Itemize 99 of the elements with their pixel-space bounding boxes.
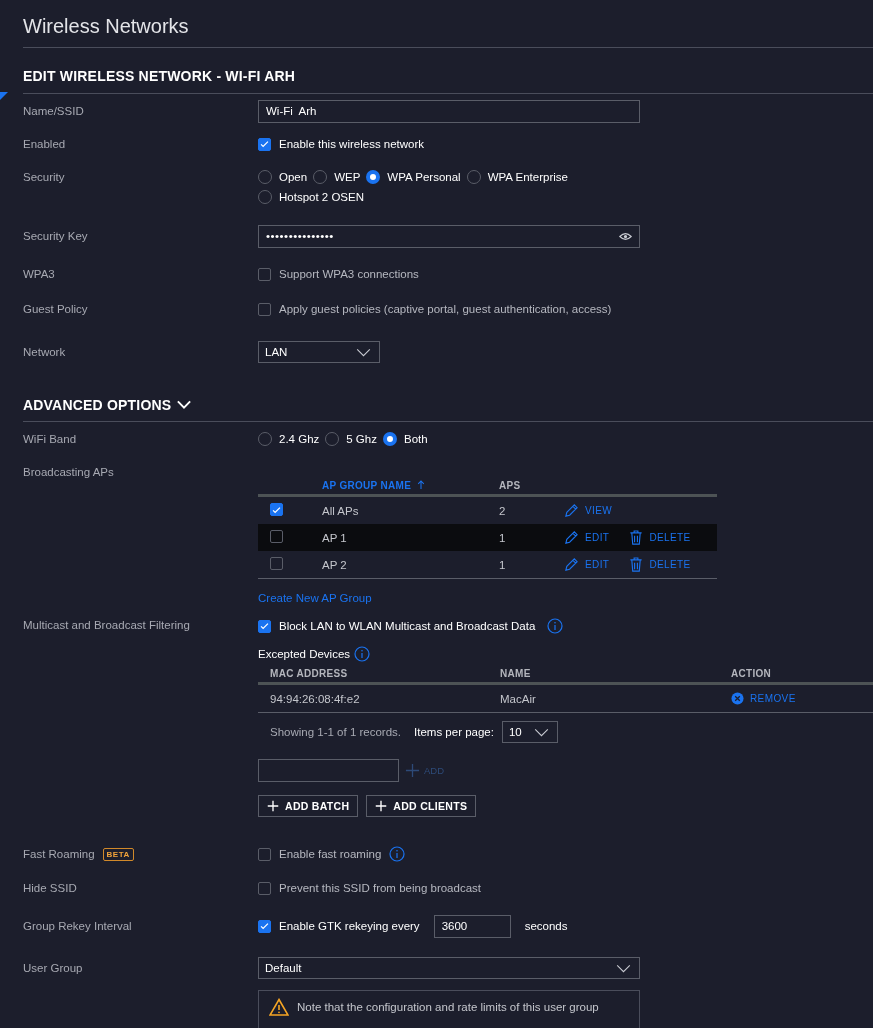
column-header: ACTION xyxy=(731,667,773,679)
warning-icon xyxy=(269,998,289,1016)
checkbox[interactable] xyxy=(270,503,283,517)
checkbox[interactable] xyxy=(270,557,283,570)
items-per-page-dropdown[interactable]: 10 xyxy=(501,721,558,743)
radio-label: Open xyxy=(279,171,308,183)
checkbox-label: Support WPA3 connections xyxy=(279,268,419,280)
radio-label: WPA Personal xyxy=(387,171,461,183)
field-label: Security xyxy=(23,170,66,183)
radio-label: 5 Ghz xyxy=(346,433,377,445)
user-group-dropdown[interactable]: Default xyxy=(258,957,640,979)
info-icon[interactable] xyxy=(354,646,371,662)
radio-label: Both xyxy=(403,433,428,445)
chevron-down-icon xyxy=(616,963,631,973)
edit-link[interactable]: EDIT xyxy=(564,557,610,572)
checkbox[interactable] xyxy=(258,619,271,633)
add-button[interactable]: ADD BATCH xyxy=(258,795,359,817)
plus-icon xyxy=(375,800,388,812)
field-label: Enabled xyxy=(23,138,67,150)
column-header: NAME xyxy=(500,667,532,679)
ssid-input-field[interactable]: Wi-Fi Arh xyxy=(258,99,640,123)
checkbox-label: Prevent this SSID from being broadcast xyxy=(279,882,481,894)
records-summary: Showing 1-1 of 1 records. xyxy=(270,726,402,738)
network-dropdown[interactable]: LAN xyxy=(258,341,380,363)
table-cell-text: AP 2 xyxy=(322,558,348,571)
field-label: Guest Policy xyxy=(23,303,89,315)
plus-icon xyxy=(405,763,420,778)
chevron-down-icon xyxy=(356,347,371,357)
triangle-icon xyxy=(0,92,8,100)
delete-link[interactable]: DELETE xyxy=(629,530,691,545)
checkbox-label: Enable this wireless network xyxy=(279,138,425,150)
field-label: Hide SSID xyxy=(23,882,78,894)
checkbox[interactable] xyxy=(270,530,283,543)
section-heading[interactable]: ADVANCED OPTIONS xyxy=(23,378,172,421)
trash-icon xyxy=(629,557,644,572)
checkbox[interactable] xyxy=(258,881,271,895)
sort-arrow-icon xyxy=(417,480,426,490)
checkbox[interactable] xyxy=(258,847,271,861)
note-text: Note that the configuration and rate limits of this user group xyxy=(297,1000,599,1015)
field-label: Network xyxy=(23,346,67,358)
table-cell-text: All APs xyxy=(322,504,360,517)
field-label: Fast Roaming xyxy=(23,848,95,860)
radio-label: Hotspot 2 OSEN xyxy=(279,191,364,203)
remove-icon xyxy=(731,692,744,705)
table-cell-text: MacAir xyxy=(500,692,537,705)
radio-button[interactable] xyxy=(382,432,397,446)
column-header[interactable]: AP GROUP NAME xyxy=(322,479,499,491)
add-button[interactable]: ADD CLIENTS xyxy=(366,795,477,817)
plus-icon xyxy=(267,800,279,812)
trash-icon xyxy=(629,530,644,545)
checkbox-label: Apply guest policies (captive portal, guest authentication, access) xyxy=(279,303,612,315)
view-link[interactable]: VIEW xyxy=(564,503,613,518)
subsection-title: Excepted Devices xyxy=(258,648,351,660)
chevron-down-icon xyxy=(533,727,549,737)
field-label: User Group xyxy=(23,962,84,974)
mac-input-field[interactable] xyxy=(258,759,399,782)
delete-link[interactable]: DELETE xyxy=(629,557,691,572)
info-icon[interactable] xyxy=(389,846,406,862)
column-header: MAC ADDRESS xyxy=(270,667,349,679)
radio-label: 2.4 Ghz xyxy=(279,433,320,445)
pencil-icon xyxy=(564,503,579,518)
checkbox[interactable] xyxy=(258,919,271,933)
field-label: WPA3 xyxy=(23,268,56,280)
unit-label: seconds xyxy=(524,920,568,932)
radio-label: WEP xyxy=(334,171,361,183)
checkbox-label: Block LAN to WLAN Multicast and Broadcast Data xyxy=(279,620,536,632)
table-cell-text: 1 xyxy=(499,531,507,544)
field-label: Multicast and Broadcast Filtering xyxy=(23,618,191,631)
radio-label: WPA Enterprise xyxy=(487,171,568,183)
chevron-down-icon[interactable] xyxy=(177,400,192,409)
eye-icon[interactable] xyxy=(619,231,632,241)
field-label: Security Key xyxy=(23,230,89,242)
checkbox-label: Enable GTK rekeying every xyxy=(279,920,420,932)
field-label: Name/SSID xyxy=(23,105,85,117)
column-header: APS xyxy=(499,479,522,491)
checkbox-label: Enable fast roaming xyxy=(279,848,382,860)
radio-button[interactable] xyxy=(366,170,381,184)
table-cell-text: 1 xyxy=(499,558,507,571)
edit-link[interactable]: EDIT xyxy=(564,530,610,545)
field-label: Group Rekey Interval xyxy=(23,920,133,932)
page-title: Wireless Networks xyxy=(23,14,190,39)
password-field[interactable]: ••••••••••••••• xyxy=(258,224,640,248)
checkbox[interactable] xyxy=(258,302,271,316)
field-label: Broadcasting APs xyxy=(23,465,115,478)
checkbox[interactable] xyxy=(258,267,271,281)
pencil-icon xyxy=(564,530,579,545)
items-per-page-label: Items per page: xyxy=(414,726,494,738)
checkbox[interactable] xyxy=(258,137,271,151)
create-group-link[interactable]: Create New AP Group xyxy=(258,592,372,604)
remove-link[interactable]: REMOVE xyxy=(731,692,873,705)
interval-input-field[interactable]: 3600 xyxy=(433,914,511,938)
info-icon[interactable] xyxy=(547,618,564,634)
field-label: WiFi Band xyxy=(23,433,78,445)
pencil-icon xyxy=(564,557,579,572)
table-cell-text: 94:94:26:08:4f:e2 xyxy=(270,692,361,705)
beta-badge: BETA xyxy=(102,847,134,861)
section-heading: EDIT WIRELESS NETWORK - WI-FI ARH xyxy=(23,67,297,86)
table-cell-text: AP 1 xyxy=(322,531,348,544)
table-cell-text: 2 xyxy=(499,504,507,517)
